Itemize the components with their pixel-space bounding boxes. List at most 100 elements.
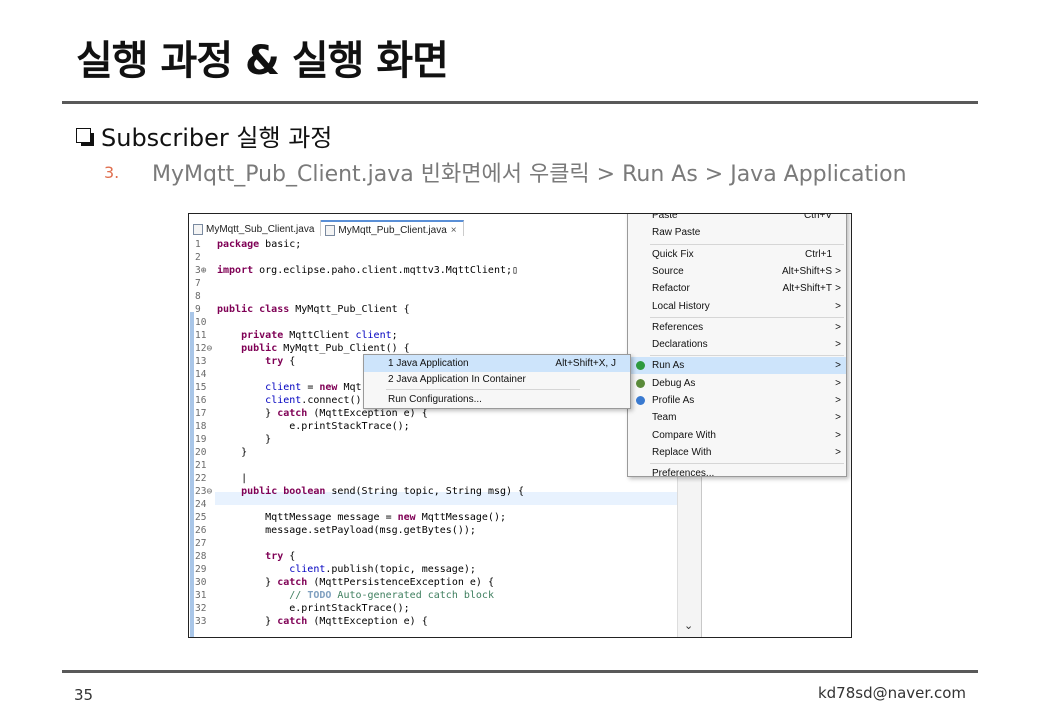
code-text: } catch (MqttException e) { bbox=[217, 616, 428, 627]
menu-item-label: Raw Paste bbox=[652, 227, 701, 239]
step-text: MyMqtt_Pub_Client.java 빈화면에서 우클릭 > Run A… bbox=[152, 162, 907, 187]
menu-item-label: Run Configurations... bbox=[388, 394, 482, 405]
code-line: 33 } catch (MqttException e) { bbox=[195, 615, 428, 628]
menu-item-team[interactable]: Team > bbox=[628, 409, 846, 426]
line-number: 9 bbox=[195, 304, 201, 315]
menu-item-debug-as[interactable]: Debug As > bbox=[628, 375, 846, 392]
menu-item-compare-with[interactable]: Compare With > bbox=[628, 427, 846, 444]
menu-item-label: References bbox=[652, 321, 704, 333]
line-number: 24 bbox=[195, 499, 207, 510]
tab-pub-client[interactable]: MyMqtt_Pub_Client.java × bbox=[321, 220, 464, 236]
square-bullet-icon bbox=[76, 128, 94, 146]
menu-separator bbox=[650, 316, 844, 318]
context-menu: Paste Ctrl+V Raw Paste Quick Fix Ctrl+1 Sourc… bbox=[627, 213, 847, 479]
menu-item-shortcut: Ctrl+V bbox=[803, 213, 832, 221]
chevron-right-icon: > bbox=[835, 360, 841, 372]
menu-item-label: 1 Java Application bbox=[388, 358, 469, 369]
footer-divider bbox=[62, 670, 978, 673]
line-number: 10 bbox=[195, 317, 207, 328]
code-line: 29 client.publish(topic, message); bbox=[195, 563, 476, 576]
step-item: 3. MyMqtt_Pub_Client.java 빈화면에서 우클릭 > Ru… bbox=[104, 156, 907, 188]
menu-item-quick-fix[interactable]: Quick Fix Ctrl+1 bbox=[628, 246, 846, 263]
chevron-down-icon[interactable]: ⌄ bbox=[684, 619, 693, 632]
menu-item-label: Run As bbox=[652, 360, 685, 372]
menu-item-2-java-application-in-container[interactable]: 2 Java Application In Container bbox=[364, 371, 630, 388]
menu-item-preferences[interactable]: Preferences... bbox=[628, 465, 846, 482]
bullet-text: Subscriber 실행 과정 bbox=[101, 124, 333, 152]
menu-item-references[interactable]: References > bbox=[628, 319, 846, 336]
code-text: } catch (MqttException e) { bbox=[217, 408, 428, 419]
menu-item-label: Source bbox=[652, 265, 684, 277]
menu-item-paste[interactable]: Paste Ctrl+V bbox=[628, 213, 846, 224]
menu-item-refactor[interactable]: Refactor Alt+Shift+T > bbox=[628, 280, 846, 297]
close-icon[interactable]: × bbox=[451, 225, 457, 236]
code-line: 22 | bbox=[195, 472, 247, 485]
line-number: 12⊖ bbox=[195, 343, 213, 354]
line-number: 16 bbox=[195, 395, 207, 406]
chevron-right-icon: > bbox=[835, 339, 841, 351]
code-line: 28 try { bbox=[195, 550, 295, 563]
change-ruler bbox=[190, 312, 194, 637]
menu-item-run-configurations[interactable]: Run Configurations... bbox=[364, 391, 630, 408]
code-line: 26 message.setPayload(msg.getBytes()); bbox=[195, 524, 476, 537]
menu-item-source[interactable]: Source Alt+Shift+S > bbox=[628, 263, 846, 280]
line-number: 11 bbox=[195, 330, 207, 341]
menu-item-local-history[interactable]: Local History > bbox=[628, 298, 846, 315]
code-line: 31 // TODO Auto-generated catch block bbox=[195, 589, 494, 602]
line-number: 32 bbox=[195, 603, 207, 614]
run-icon bbox=[636, 361, 645, 371]
code-line: 15 client = new Mqt bbox=[195, 381, 362, 394]
code-text: client.publish(topic, message); bbox=[289, 564, 476, 575]
author-email: kd78sd@naver.com bbox=[817, 684, 966, 702]
line-number: 19 bbox=[195, 434, 207, 445]
tab-sub-client[interactable]: MyMqtt_Sub_Client.java bbox=[189, 220, 322, 236]
code-line: 13 try { bbox=[195, 355, 295, 368]
menu-item-shortcut: Alt+Shift+S bbox=[781, 265, 832, 277]
menu-separator bbox=[386, 389, 580, 390]
code-line: 24 bbox=[195, 498, 217, 511]
step-number: 3. bbox=[104, 162, 120, 182]
menu-item-label: Quick Fix bbox=[652, 248, 694, 260]
code-line: 9 public class MyMqtt_Pub_Client { bbox=[195, 303, 410, 316]
menu-item-shortcut: Alt+Shift+T bbox=[782, 283, 832, 295]
menu-separator bbox=[650, 355, 844, 357]
code-text: e.printStackTrace(); bbox=[217, 603, 410, 614]
menu-item-raw-paste[interactable]: Raw Paste bbox=[628, 224, 846, 241]
code-line: 7 bbox=[195, 277, 217, 290]
code-text: public MyMqtt_Pub_Client() { bbox=[241, 343, 410, 354]
menu-item-run-as[interactable]: Run As > bbox=[628, 357, 846, 375]
code-text: e.printStackTrace(); bbox=[217, 421, 410, 432]
line-number: 8 bbox=[195, 291, 201, 302]
menu-separator bbox=[650, 243, 844, 245]
chevron-right-icon: > bbox=[835, 265, 841, 277]
chevron-right-icon: > bbox=[835, 300, 841, 312]
code-line: 11 private MqttClient client; bbox=[195, 329, 398, 342]
code-line: 19 } bbox=[195, 433, 271, 446]
title-divider bbox=[62, 101, 978, 104]
run-icon bbox=[636, 396, 645, 405]
editor-tabs: MyMqtt_Sub_Client.java MyMqtt_Pub_Client… bbox=[189, 220, 464, 236]
code-text: import org.eclipse.paho.client.mqttv3.Mq… bbox=[217, 265, 519, 276]
menu-item-label: Profile As bbox=[652, 395, 695, 406]
chevron-right-icon: > bbox=[835, 412, 841, 424]
line-number: 31 bbox=[195, 590, 207, 601]
menu-item-label: 2 Java Application In Container bbox=[388, 374, 526, 385]
menu-item-1-java-application[interactable]: 1 Java Application Alt+Shift+X, J bbox=[364, 355, 630, 372]
line-number: 25 bbox=[195, 512, 207, 523]
menu-item-label: Team bbox=[652, 412, 677, 424]
line-number: 2 bbox=[195, 252, 201, 263]
code-text: public boolean send(String topic, String… bbox=[241, 486, 525, 497]
menu-item-declarations[interactable]: Declarations > bbox=[628, 336, 846, 353]
chevron-right-icon: > bbox=[835, 377, 841, 389]
java-file-icon bbox=[325, 224, 336, 236]
menu-item-profile-as[interactable]: Profile As > bbox=[628, 392, 846, 409]
code-editor[interactable]: 1 package basic; 2 3⊕ import org.eclipse.pah… bbox=[189, 238, 677, 637]
menu-separator bbox=[650, 463, 844, 465]
page-title: 실행 과정 & 실행 화면 bbox=[76, 38, 449, 84]
code-line: 14 bbox=[195, 368, 217, 381]
chevron-right-icon: > bbox=[835, 283, 841, 295]
menu-item-replace-with[interactable]: Replace With > bbox=[628, 444, 846, 461]
menu-item-label: Compare With bbox=[652, 429, 716, 441]
code-text: private MqttClient client; bbox=[241, 330, 398, 341]
code-line: 8 bbox=[195, 290, 217, 303]
